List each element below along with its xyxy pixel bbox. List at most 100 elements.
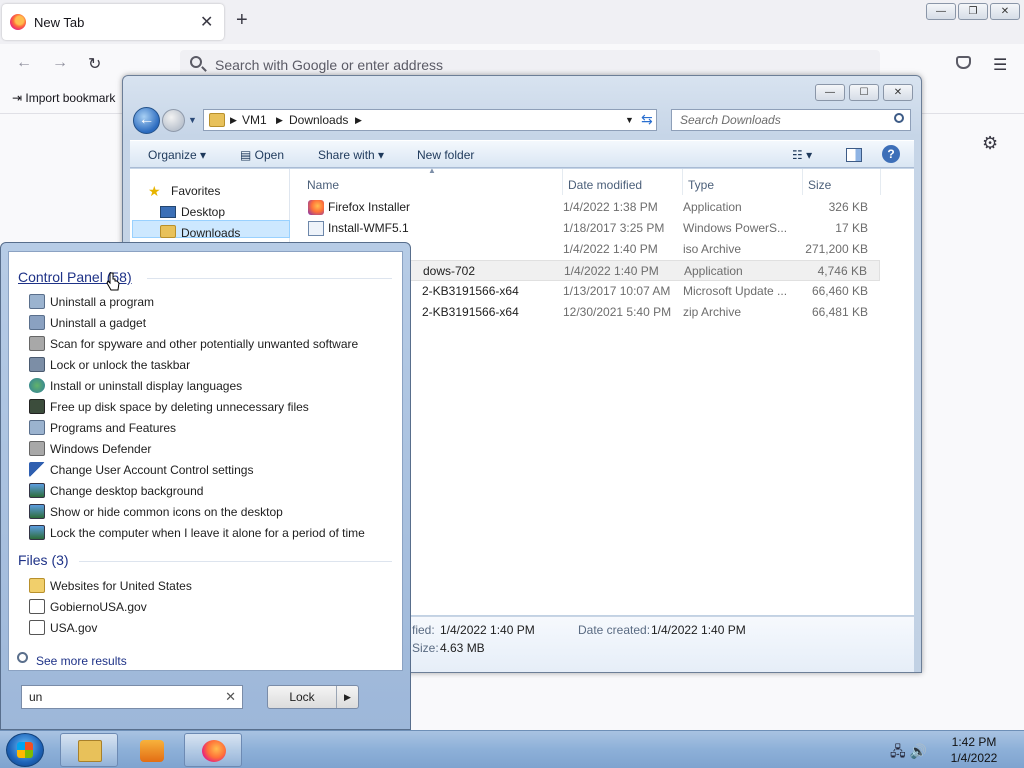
refresh-icon[interactable]: ⇆ xyxy=(641,111,653,128)
hamburger-menu-icon[interactable]: ☰ xyxy=(993,55,1007,75)
column-type[interactable]: Type xyxy=(688,178,714,192)
new-tab-button[interactable]: + xyxy=(236,10,248,30)
clock-date: 1/4/2022 xyxy=(950,751,998,765)
pocket-icon[interactable] xyxy=(956,56,971,69)
control-panel-item[interactable]: Change desktop background xyxy=(29,481,389,501)
url-file-icon xyxy=(29,599,45,614)
control-panel-item[interactable]: Programs and Features xyxy=(29,418,389,438)
settings-gear-icon[interactable]: ⚙ xyxy=(982,133,998,154)
lock-button[interactable]: Lock ▶ xyxy=(267,685,359,709)
close-button[interactable]: ✕ xyxy=(990,3,1020,20)
detail-size-value: 4.63 MB xyxy=(440,641,485,655)
see-more-results-link[interactable]: See more results xyxy=(36,654,127,668)
control-panel-item[interactable]: Lock or unlock the taskbar xyxy=(29,355,389,375)
taskbar-icon xyxy=(29,357,45,372)
control-panel-item[interactable]: Uninstall a program xyxy=(29,292,389,312)
import-icon: ⇥ xyxy=(12,91,26,105)
network-icon[interactable]: 🖧 xyxy=(890,743,906,759)
files-heading[interactable]: Files (3) xyxy=(18,552,69,568)
command-bar: Organize ▾ ▤ Open Share with ▾ New folde… xyxy=(130,140,914,168)
column-name[interactable]: Name xyxy=(307,178,339,192)
file-result[interactable]: Websites for United States xyxy=(29,576,389,596)
column-date-modified[interactable]: Date modified xyxy=(568,178,642,192)
control-panel-item[interactable]: Scan for spyware and other potentially u… xyxy=(29,334,389,354)
url-file-icon xyxy=(29,620,45,635)
minimize-button[interactable]: — xyxy=(926,3,956,20)
back-icon[interactable]: ← xyxy=(16,54,32,72)
detail-created-label: Date created: xyxy=(578,623,651,637)
taskbar-media-player[interactable] xyxy=(122,733,180,767)
folder-icon xyxy=(209,113,225,127)
hand-cursor-icon xyxy=(106,272,120,291)
explorer-close-button[interactable]: ✕ xyxy=(883,84,913,101)
uac-flag-icon xyxy=(29,462,45,477)
control-panel-item[interactable]: Uninstall a gadget xyxy=(29,313,389,333)
control-panel-item[interactable]: Windows Defender xyxy=(29,439,389,459)
nav-favorites[interactable]: Favorites xyxy=(171,184,220,198)
nav-downloads[interactable]: Downloads xyxy=(181,226,240,240)
new-folder-button[interactable]: New folder xyxy=(417,148,474,162)
restore-button[interactable]: ❐ xyxy=(958,3,988,20)
control-panel-item[interactable]: Show or hide common icons on the desktop xyxy=(29,502,389,522)
close-tab-icon[interactable]: ✕ xyxy=(200,12,213,32)
defender-icon xyxy=(29,336,45,351)
file-result[interactable]: GobiernoUSA.gov xyxy=(29,597,389,617)
tab-title: New Tab xyxy=(34,15,85,30)
control-panel-item[interactable]: Install or uninstall display languages xyxy=(29,376,389,396)
reload-icon[interactable]: ↻ xyxy=(88,54,101,74)
search-icon xyxy=(894,113,904,123)
desktop-background-icon xyxy=(29,483,45,498)
breadcrumb-arrow-icon[interactable]: ▶ xyxy=(355,115,362,126)
column-divider[interactable] xyxy=(562,169,563,195)
help-icon[interactable]: ? xyxy=(882,145,900,163)
nav-desktop[interactable]: Desktop xyxy=(181,205,225,219)
folder-icon xyxy=(29,578,45,593)
forward-icon[interactable]: → xyxy=(52,54,68,72)
forward-button[interactable] xyxy=(162,109,185,132)
clear-search-icon[interactable]: ✕ xyxy=(225,689,236,705)
clock[interactable]: 1:42 PM 1/4/2022 xyxy=(944,734,1004,766)
breadcrumb-vm1[interactable]: VM1 xyxy=(242,113,267,127)
breadcrumb-downloads[interactable]: Downloads xyxy=(289,113,348,127)
file-row[interactable]: Firefox Installer 1/4/2022 1:38 PM Appli… xyxy=(298,197,880,218)
share-with-button[interactable]: Share with ▾ xyxy=(318,148,384,162)
windows-defender-icon xyxy=(29,441,45,456)
column-divider[interactable] xyxy=(802,169,803,195)
taskbar-firefox[interactable] xyxy=(184,733,242,767)
control-panel-item[interactable]: Lock the computer when I leave it alone … xyxy=(29,523,389,543)
power-options-arrow-icon[interactable]: ▶ xyxy=(336,686,358,708)
explorer-minimize-button[interactable]: — xyxy=(815,84,845,101)
search-results-panel: Control Panel (58) Uninstall a program U… xyxy=(8,251,403,671)
globe-icon xyxy=(29,378,45,393)
file-result[interactable]: USA.gov xyxy=(29,618,389,638)
volume-icon[interactable]: 🔊 xyxy=(910,743,927,759)
breadcrumb-arrow-icon[interactable]: ▶ xyxy=(276,115,283,126)
import-bookmarks-link[interactable]: ⇥ Import bookmark xyxy=(12,91,115,105)
back-button[interactable]: ← xyxy=(133,107,160,134)
view-options-icon[interactable]: ☷ ▾ xyxy=(792,148,812,162)
breadcrumb-arrow-icon[interactable]: ▶ xyxy=(230,115,237,126)
start-button[interactable] xyxy=(6,733,44,767)
open-button[interactable]: ▤ Open xyxy=(240,148,284,162)
column-size[interactable]: Size xyxy=(808,178,831,192)
address-dropdown-icon[interactable]: ▼ xyxy=(625,115,634,125)
explorer-maximize-button[interactable]: ☐ xyxy=(849,84,879,101)
preview-pane-icon[interactable] xyxy=(846,148,862,162)
organize-button[interactable]: Organize ▾ xyxy=(148,148,206,162)
start-search-input[interactable]: un ✕ xyxy=(21,685,243,709)
control-panel-item[interactable]: Free up disk space by deleting unnecessa… xyxy=(29,397,389,417)
control-panel-item[interactable]: Change User Account Control settings xyxy=(29,460,389,480)
column-divider[interactable] xyxy=(682,169,683,195)
firefox-icon xyxy=(202,740,226,762)
taskbar-explorer[interactable] xyxy=(60,733,118,767)
desktop-icons-icon xyxy=(29,504,45,519)
firefox-installer-icon xyxy=(308,200,324,215)
search-downloads-input[interactable]: Search Downloads xyxy=(671,109,911,131)
tab-new-tab[interactable]: New Tab ✕ xyxy=(2,4,224,40)
file-row[interactable]: Install-WMF5.1 1/18/2017 3:25 PM Windows… xyxy=(298,218,880,239)
recent-pages-chevron-icon[interactable]: ▼ xyxy=(188,115,197,125)
sort-arrow-icon: ▲ xyxy=(428,166,436,175)
address-bar[interactable]: ▶ VM1 ▶ Downloads ▶ ▼ xyxy=(203,109,657,131)
column-divider[interactable] xyxy=(880,169,881,195)
tray-icons[interactable]: 🖧 🔊 xyxy=(890,741,927,765)
